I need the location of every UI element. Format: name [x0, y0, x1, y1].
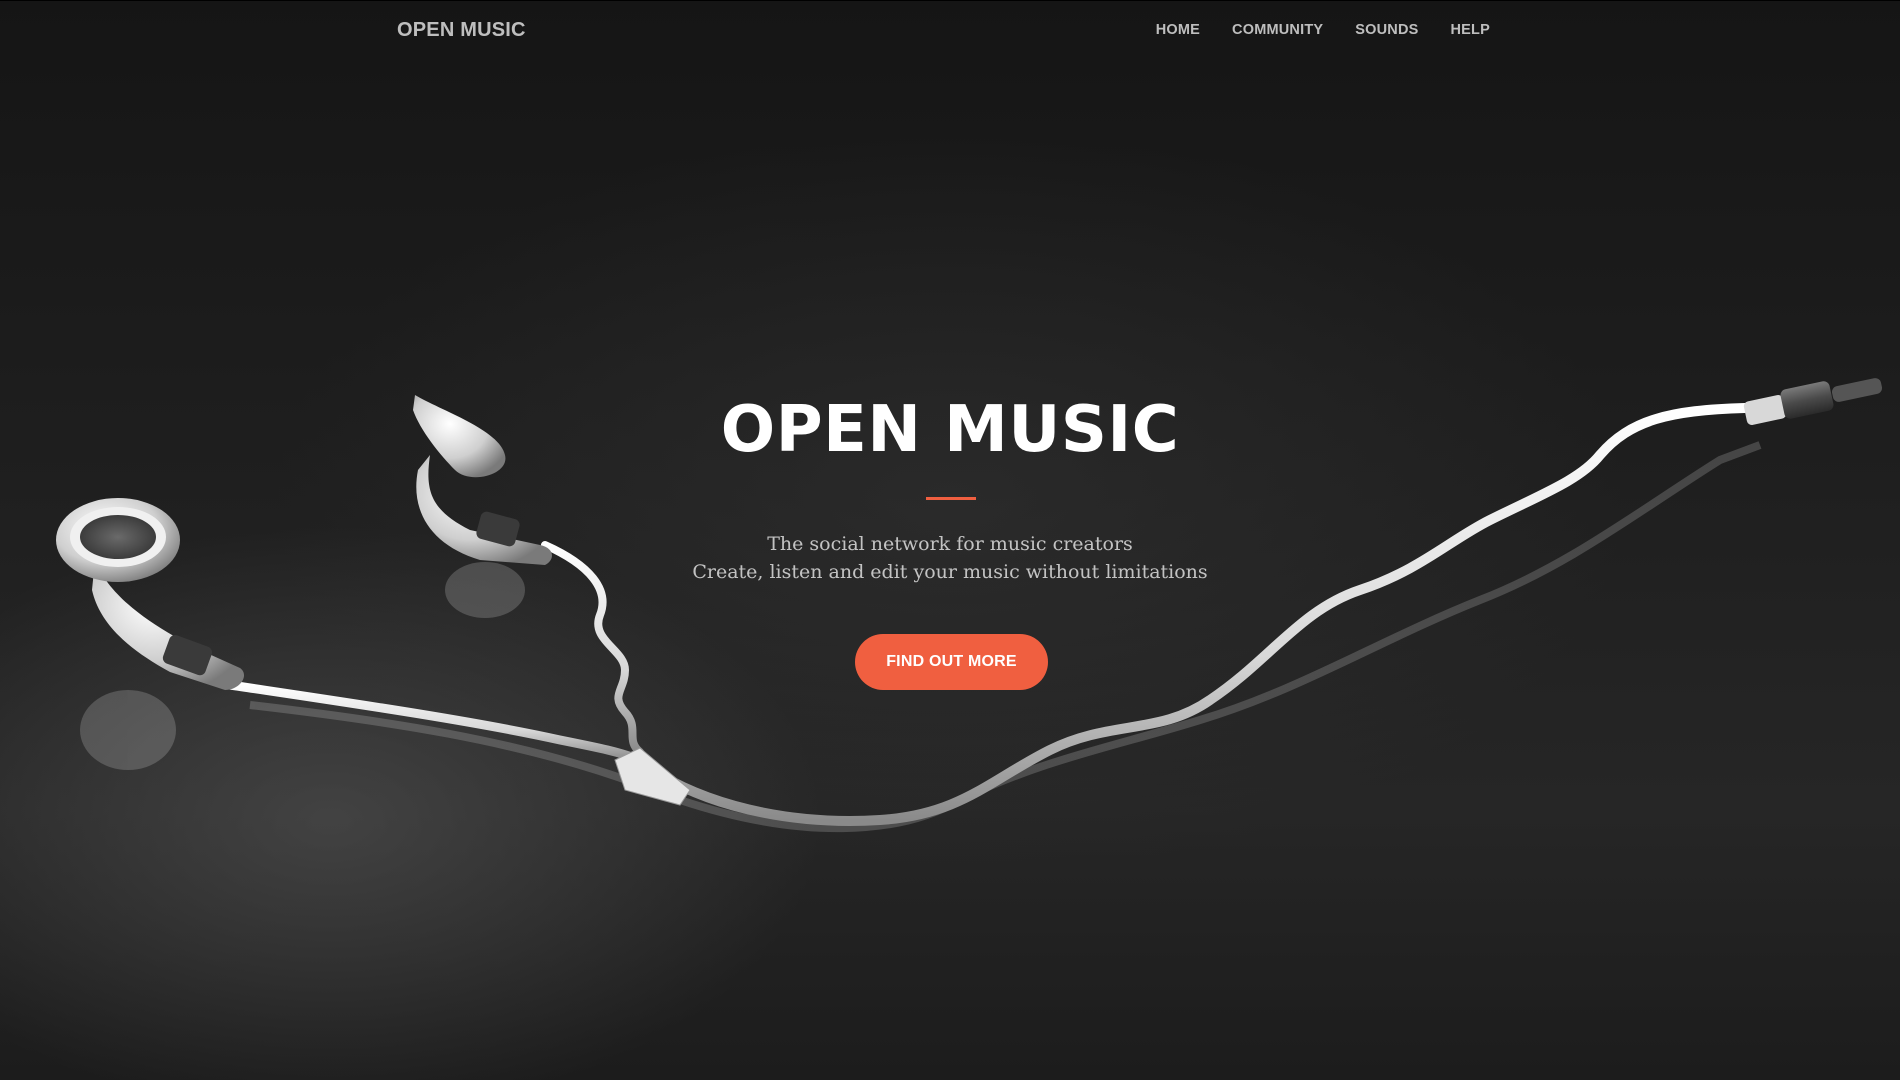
hero-tagline-line2: Create, listen and edit your music witho… — [692, 561, 1208, 583]
cable-left — [225, 680, 645, 765]
find-out-more-button[interactable]: FIND OUT MORE — [855, 634, 1048, 690]
cable-splitter — [614, 747, 691, 806]
hero-tagline-line1: The social network for music creators — [767, 533, 1133, 555]
brand-logo[interactable]: OPEN MUSIC — [397, 19, 526, 42]
nav-links: HOME COMMUNITY SOUNDS HELP — [1124, 22, 1490, 38]
hero-divider — [926, 497, 976, 500]
hero-title: OPEN MUSIC — [720, 393, 1180, 467]
nav-link-sounds[interactable]: SOUNDS — [1355, 22, 1418, 38]
earbud-left — [56, 498, 245, 690]
nav-link-community[interactable]: COMMUNITY — [1232, 22, 1323, 38]
navbar: OPEN MUSIC HOME COMMUNITY SOUNDS HELP — [0, 0, 1900, 61]
page: OPEN MUSIC HOME COMMUNITY SOUNDS HELP OP… — [0, 0, 1900, 1080]
nav-link-home[interactable]: HOME — [1156, 22, 1200, 38]
nav-link-help[interactable]: HELP — [1451, 22, 1490, 38]
